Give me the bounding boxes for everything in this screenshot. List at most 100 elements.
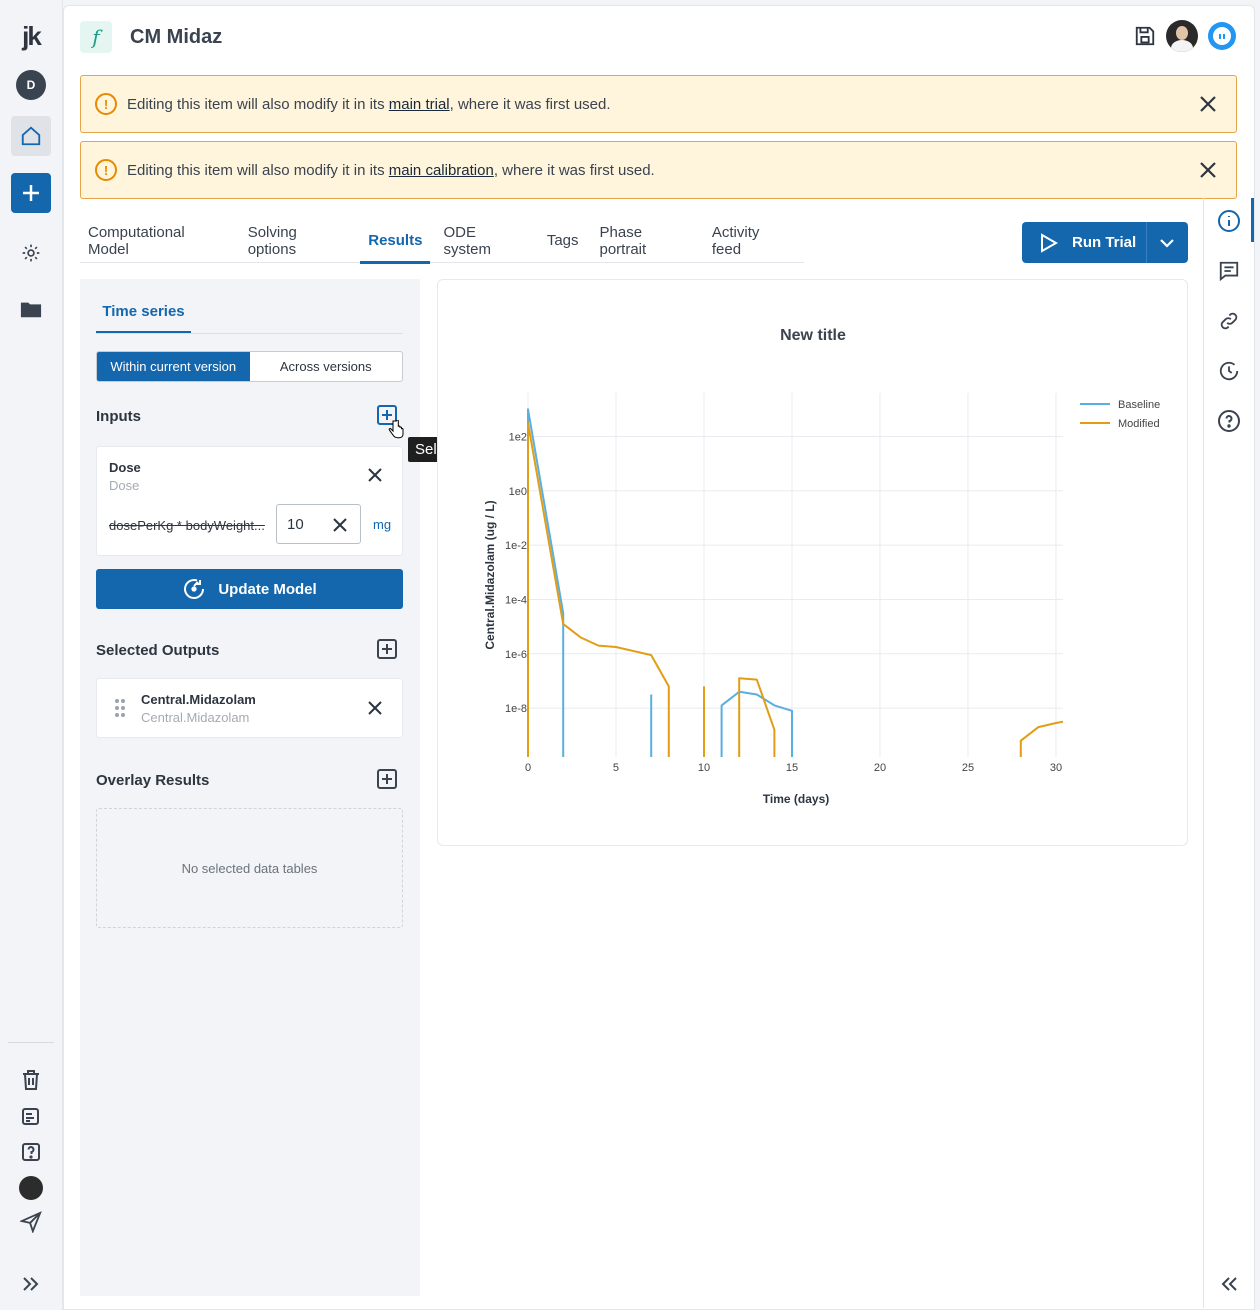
save-icon[interactable] xyxy=(1134,25,1156,47)
help-icon xyxy=(22,1143,40,1161)
send-icon xyxy=(20,1211,42,1233)
x-axis-label: Time (days) xyxy=(763,792,829,806)
modified-series-line xyxy=(527,421,670,757)
close-icon[interactable] xyxy=(1198,160,1218,180)
right-tool-rail xyxy=(1203,198,1255,1308)
add-overlay-button[interactable] xyxy=(377,769,397,789)
y-tick-label: 1e-2 xyxy=(505,540,527,552)
close-icon[interactable] xyxy=(1198,94,1218,114)
within-current-version-option[interactable]: Within current version xyxy=(97,352,250,381)
close-icon[interactable] xyxy=(367,700,383,716)
time-series-chart[interactable]: 0 5 10 15 20 25 30 1e2 1e0 1e-2 1e-4 1e-6 1e-8 New ti… xyxy=(438,280,1189,847)
update-model-label: Update Model xyxy=(218,580,317,598)
y-tick-label: 1e-8 xyxy=(505,703,527,715)
workspace-initial: D xyxy=(16,70,46,100)
main-content: f CM Midaz ! Editing this item will also… xyxy=(63,5,1255,1310)
double-chevron-right-icon xyxy=(23,1277,39,1291)
y-tick-label: 1e2 xyxy=(509,431,527,443)
page-title: CM Midaz xyxy=(130,25,223,48)
tab-ode-system[interactable]: ODE system xyxy=(435,218,533,263)
active-indicator xyxy=(1251,198,1254,242)
rail-divider xyxy=(8,1042,54,1043)
trash-button[interactable] xyxy=(11,1060,51,1100)
app-logo[interactable]: jk xyxy=(11,16,51,56)
chart-title: New title xyxy=(780,327,846,344)
home-button[interactable] xyxy=(11,116,51,156)
main-trial-link[interactable]: main trial xyxy=(389,96,450,113)
projects-button[interactable] xyxy=(11,289,51,329)
input-subtitle: Dose xyxy=(109,478,140,493)
tab-computational-model[interactable]: Computational Model xyxy=(80,218,235,263)
plus-icon xyxy=(23,185,39,201)
feedback-button[interactable] xyxy=(11,1202,51,1242)
output-card: Central.Midazolam Central.Midazolam xyxy=(96,678,403,738)
user-avatar[interactable] xyxy=(1166,20,1198,52)
x-tick-label: 30 xyxy=(1050,762,1062,774)
run-trial-label: Run Trial xyxy=(1072,234,1137,251)
tab-tags[interactable]: Tags xyxy=(539,218,587,263)
chevron-down-icon xyxy=(1160,238,1174,248)
tab-time-series[interactable]: Time series xyxy=(96,291,191,334)
help-button[interactable] xyxy=(11,1132,51,1172)
modified-legend-label: Modified xyxy=(1118,418,1160,430)
tab-solving-options[interactable]: Solving options xyxy=(240,218,356,263)
help-panel-button[interactable] xyxy=(1216,408,1242,434)
link-icon xyxy=(1220,312,1238,330)
create-button[interactable] xyxy=(11,173,51,213)
question-icon xyxy=(1218,410,1240,432)
links-button[interactable] xyxy=(1216,308,1242,334)
modified-series-line xyxy=(738,677,776,757)
expand-rail-button[interactable] xyxy=(11,1264,51,1304)
run-options-dropdown[interactable] xyxy=(1147,222,1187,263)
warning-icon: ! xyxy=(95,93,117,115)
comments-button[interactable] xyxy=(1216,258,1242,284)
update-model-button[interactable]: Update Model xyxy=(96,569,403,609)
tab-results[interactable]: Results xyxy=(360,218,431,264)
update-icon xyxy=(184,579,205,599)
release-notes-button[interactable] xyxy=(11,1096,51,1136)
dose-input-card: Dose Dose dosePerKg * bodyWeight... 10 m… xyxy=(96,446,403,556)
input-name: Dose xyxy=(109,460,141,475)
add-output-button[interactable] xyxy=(377,639,397,659)
clear-icon[interactable] xyxy=(332,517,348,533)
history-button[interactable] xyxy=(1216,358,1242,384)
overlay-empty-state: No selected data tables xyxy=(96,808,403,928)
info-icon xyxy=(1218,210,1240,232)
avatar-shirt xyxy=(1171,40,1193,52)
settings-button[interactable] xyxy=(11,233,51,273)
header-actions xyxy=(1134,20,1236,52)
dose-value: 10 xyxy=(287,515,304,533)
overlay-results-heading: Overlay Results xyxy=(96,772,210,789)
model-tabs: Computational Model Solving options Resu… xyxy=(80,218,804,264)
collapse-right-rail-button[interactable] xyxy=(1216,1271,1242,1297)
alert-text-prefix: Editing this item will also modify it in… xyxy=(127,161,385,179)
avatar-image xyxy=(19,1176,43,1200)
x-tick-label: 20 xyxy=(874,762,886,774)
run-trial-button[interactable]: Run Trial xyxy=(1022,222,1147,263)
info-button[interactable] xyxy=(1216,208,1242,234)
output-name: Central.Midazolam xyxy=(141,692,256,707)
x-tick-label: 0 xyxy=(525,762,531,774)
avatar-face xyxy=(1176,26,1188,40)
y-tick-label: 1e-4 xyxy=(505,594,527,606)
main-calibration-alert: ! Editing this item will also modify it … xyxy=(80,141,1237,199)
across-versions-option[interactable]: Across versions xyxy=(250,352,403,381)
workspace-avatar[interactable]: D xyxy=(11,65,51,105)
tab-phase-portrait[interactable]: Phase portrait xyxy=(592,218,699,263)
main-calibration-link[interactable]: main calibration xyxy=(389,162,494,179)
x-tick-label: 25 xyxy=(962,762,974,774)
alert-text-suffix: , where it was first used. xyxy=(493,161,655,179)
assistant-button[interactable] xyxy=(1208,22,1236,50)
notes-icon xyxy=(22,1108,39,1125)
inputs-heading: Inputs xyxy=(96,408,141,425)
dose-value-field[interactable]: 10 xyxy=(276,504,361,544)
folder-icon xyxy=(20,302,42,318)
baseline-legend-label: Baseline xyxy=(1118,399,1160,411)
tab-activity-feed[interactable]: Activity feed xyxy=(704,218,799,263)
alert-text-prefix: Editing this item will also modify it in… xyxy=(127,95,385,113)
x-tick-label: 15 xyxy=(786,762,798,774)
app-root: jk D f CM Midaz ! Editing this item will… xyxy=(0,0,1260,1310)
close-icon[interactable] xyxy=(367,467,383,483)
drag-handle-icon[interactable] xyxy=(115,699,127,719)
version-toggle: Within current version Across versions xyxy=(96,351,403,382)
